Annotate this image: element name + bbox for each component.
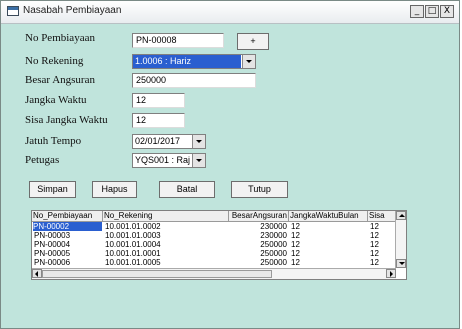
cell-jangka-waktu: 12 <box>291 222 300 231</box>
scroll-down-icon[interactable] <box>396 259 406 268</box>
cell-sisa: 12 <box>370 222 379 231</box>
petugas-combobox[interactable]: YQS001 : Raj <box>132 153 206 168</box>
cell-no-rekening: 10.001.01.0002 <box>105 222 161 231</box>
cell-jangka-waktu: 12 <box>291 231 300 240</box>
label-no-rekening: No Rekening <box>25 55 84 67</box>
cell-jangka-waktu: 12 <box>291 249 300 258</box>
horizontal-scrollbar[interactable] <box>32 268 396 279</box>
close-button[interactable]: X <box>440 5 454 18</box>
pembiayaan-grid[interactable]: No_Pembiayaan No_Rekening BesarAngsuran … <box>31 210 407 280</box>
no-rekening-value: 1.0006 : Hariz <box>133 55 241 68</box>
column-header-jangka-waktu-bulan[interactable]: JangkaWaktuBulan <box>289 211 368 222</box>
no-rekening-combobox[interactable]: 1.0006 : Hariz <box>132 54 256 69</box>
no-pembiayaan-input[interactable]: PN-00008 <box>132 33 224 48</box>
column-header-no-rekening[interactable]: No_Rekening <box>103 211 229 222</box>
label-no-pembiayaan: No Pembiayaan <box>25 32 95 44</box>
tutup-button[interactable]: Tutup <box>231 181 288 198</box>
batal-button[interactable]: Batal <box>159 181 215 198</box>
column-header-besar-angsuran[interactable]: BesarAngsuran <box>229 211 289 222</box>
cell-no-rekening: 10.001.01.0003 <box>105 231 161 240</box>
cell-jangka-waktu: 12 <box>291 258 300 267</box>
scroll-left-icon[interactable] <box>32 269 42 278</box>
maximize-button[interactable]: □ <box>425 5 439 18</box>
sisa-jangka-waktu-input[interactable]: 12 <box>132 113 185 128</box>
cell-besar-angsuran: 250000 <box>260 249 287 258</box>
petugas-value: YQS001 : Raj <box>135 155 191 165</box>
label-besar-angsuran: Besar Angsuran <box>25 74 95 86</box>
cell-besar-angsuran: 250000 <box>260 258 287 267</box>
window-title: Nasabah Pembiayaan <box>23 5 122 16</box>
label-jangka-waktu: Jangka Waktu <box>25 94 87 106</box>
jatuh-tempo-value: 02/01/2017 <box>135 136 181 146</box>
cell-besar-angsuran: 230000 <box>260 222 287 231</box>
besar-angsuran-input[interactable]: 250000 <box>132 73 256 88</box>
cell-besar-angsuran: 250000 <box>260 240 287 249</box>
jatuh-tempo-datepicker[interactable]: 02/01/2017 <box>132 134 206 149</box>
cell-no-rekening: 10.001.01.0005 <box>105 258 161 267</box>
column-header-no-pembiayaan[interactable]: No_Pembiayaan <box>32 211 103 222</box>
horizontal-scroll-thumb[interactable] <box>42 270 272 278</box>
cell-sisa: 12 <box>370 240 379 249</box>
nasabah-pembiayaan-window: Nasabah Pembiayaan _ □ X No Pembiayaan N… <box>0 0 460 329</box>
cell-no-pembiayaan: PN-00002 <box>33 222 102 231</box>
label-sisa-jangka-waktu: Sisa Jangka Waktu <box>25 114 108 126</box>
jangka-waktu-input[interactable]: 12 <box>132 93 185 108</box>
cell-no-rekening: 10.001.01.0004 <box>105 240 161 249</box>
cell-sisa: 12 <box>370 231 379 240</box>
label-petugas: Petugas <box>25 154 60 166</box>
cell-jangka-waktu: 12 <box>291 240 300 249</box>
chevron-down-icon[interactable] <box>192 135 205 148</box>
vertical-scrollbar[interactable] <box>395 211 406 268</box>
scroll-right-icon[interactable] <box>386 269 396 278</box>
cell-sisa: 12 <box>370 258 379 267</box>
column-header-sisa[interactable]: Sisa <box>368 211 397 222</box>
scroll-up-icon[interactable] <box>396 211 406 220</box>
cell-no-pembiayaan: PN-00006 <box>34 258 71 267</box>
cell-no-pembiayaan: PN-00005 <box>34 249 71 258</box>
hapus-button[interactable]: Hapus <box>92 181 137 198</box>
cell-no-pembiayaan: PN-00003 <box>34 231 71 240</box>
app-window-icon <box>7 6 19 16</box>
chevron-down-icon[interactable] <box>192 154 205 167</box>
add-pembiayaan-button[interactable]: + <box>237 33 269 50</box>
cell-besar-angsuran: 230000 <box>260 231 287 240</box>
simpan-button[interactable]: Simpan <box>29 181 76 198</box>
minimize-button[interactable]: _ <box>410 5 424 18</box>
label-jatuh-tempo: Jatuh Tempo <box>25 135 82 147</box>
chevron-down-icon[interactable] <box>242 55 255 68</box>
cell-sisa: 12 <box>370 249 379 258</box>
cell-no-pembiayaan: PN-00004 <box>34 240 71 249</box>
title-bar[interactable]: Nasabah Pembiayaan _ □ X <box>1 1 459 24</box>
cell-no-rekening: 10.001.01.0001 <box>105 249 161 258</box>
